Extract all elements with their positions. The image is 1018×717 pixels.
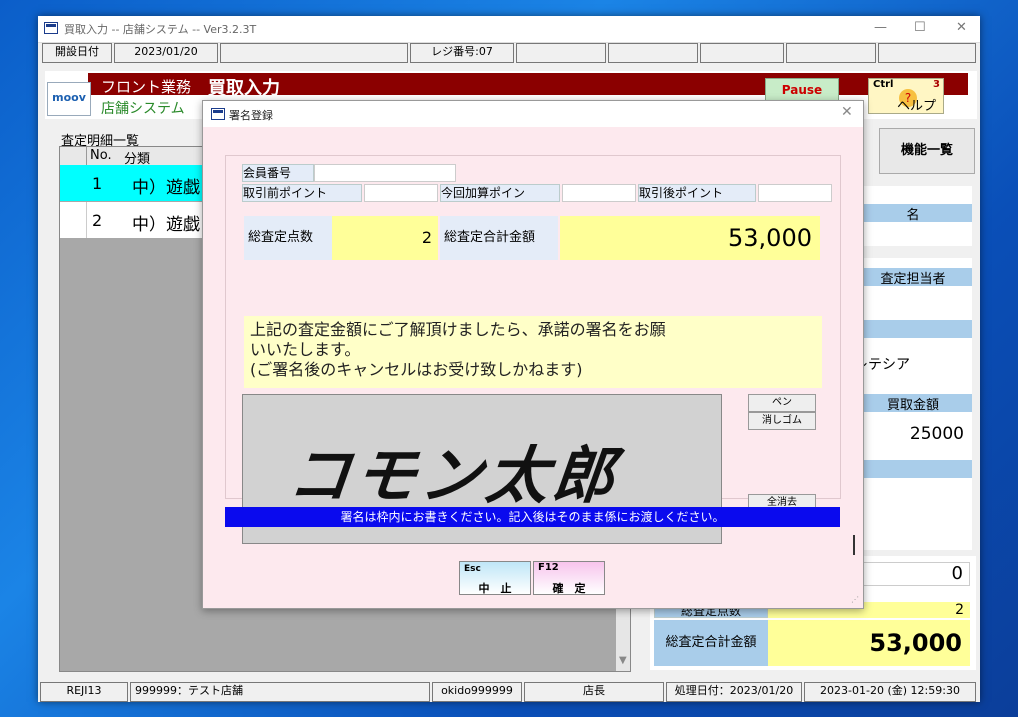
notice-line: 上記の査定金額にご了解頂けましたら、承諾の署名をお願 [250,320,666,339]
section-title: フロント業務 [101,78,192,96]
status-cell [786,43,876,63]
confirm-label: 確 定 [552,582,586,595]
title-bar: 買取入力 -- 店舗システム -- Ver3.2.3T — ☐ ✕ [38,16,980,43]
count-value: 2 [332,216,438,260]
app-icon [44,22,58,34]
help-number: 3 [933,79,940,90]
system-name: 店舗システム [101,101,185,117]
dialog-title-bar: 署名登録 ✕ [203,101,863,127]
signature-drawing: コモン太郎 [284,439,623,512]
total-label: 総査定合計金額 [654,620,768,666]
row-category: 中）遊戯 [132,178,200,198]
resize-grip[interactable]: ⋰ [851,595,859,604]
dialog-panel: 会員番号 取引前ポイント 今回加算ポイン 取引後ポイント 総査定点数 2 総査定… [225,155,841,544]
help-ctrl-key: Ctrl [873,79,894,90]
footer-store: 999999：テスト店舗 [130,682,430,702]
footer-datetime: 2023-01-20 (金) 12:59:30 [804,682,976,702]
open-date-value: 2023/01/20 [114,43,218,63]
instruction-bar: 署名は枠内にお書きください。記入後はそのまま係にお渡しください。 [225,507,840,527]
notice-line: いいたします。 [250,340,361,359]
table-row[interactable]: 2 中）遊戯 [60,202,210,238]
table-row[interactable]: 1 中）遊戯 [60,165,210,201]
dialog-title: 署名登録 [229,109,273,122]
cancel-button[interactable]: Esc 中 止 [459,561,531,595]
cancel-label: 中 止 [478,582,512,595]
dialog-icon [211,108,225,120]
status-cell [516,43,606,63]
register-number: レジ番号:07 [410,43,514,63]
name-label: 名 [854,204,972,223]
help-button[interactable]: Ctrl 3 ? ヘルプ [868,78,944,114]
row-no: 2 [92,211,103,230]
field-label [854,460,972,478]
name-panel: 名 [854,186,972,246]
footer-process-date: 処理日付：2023/01/20 [666,682,802,702]
f12-key: F12 [538,562,559,573]
close-icon[interactable]: ✕ [956,20,967,35]
notice-line: (ご署名後のキャンセルはお受け致しかねます) [250,360,583,379]
total-label: 総査定合計金額 [440,216,558,260]
status-cell [700,43,784,63]
screen-title: 買取入力 [208,78,280,99]
table-header: No. 分類 [60,147,210,167]
purchase-value: 25000 [854,424,964,444]
eraser-button[interactable]: 消しゴム [748,412,816,430]
footer-user: okido999999 [432,682,522,702]
status-cell [608,43,698,63]
member-no-field[interactable] [314,164,456,182]
consent-notice: 上記の査定金額にご了解頂けましたら、承諾の署名をお願 いいたします。 (ご署名後… [244,316,822,388]
count-label: 総査定点数 [244,216,334,260]
pen-button[interactable]: ペン [748,394,816,412]
footer: REJI13 999999：テスト店舗 okido999999 店長 処理日付：… [38,682,980,702]
total-value: 53,000 [768,620,970,666]
status-cell [220,43,408,63]
col-no: No. [90,148,112,163]
points-added-label: 今回加算ポイン [440,184,560,202]
points-added-field[interactable] [562,184,636,202]
minimize-icon[interactable]: — [874,20,887,35]
member-no-label: 会員番号 [242,164,314,182]
points-before-field[interactable] [364,184,438,202]
help-label: ヘルプ [897,99,937,114]
window-title: 買取入力 -- 店舗システム -- Ver3.2.3T [64,23,257,36]
footer-role: 店長 [524,682,664,702]
open-date-label: 開設日付 [42,43,112,63]
scroll-down-icon[interactable]: ▼ [619,655,627,666]
maximize-icon[interactable]: ☐ [914,20,926,35]
footer-reji: REJI13 [40,682,128,702]
esc-key: Esc [464,564,481,574]
text-cursor [853,535,855,555]
function-list-button[interactable]: 機能一覧 [879,128,975,174]
right-panel: 査定担当者 レテシア 買取金額 25000 [854,258,972,550]
dialog-close-icon[interactable]: ✕ [841,104,853,120]
field-label [854,320,972,338]
logo: moov [47,82,91,116]
status-row: 開設日付 2023/01/20 レジ番号:07 [38,43,980,63]
points-after-field[interactable] [758,184,832,202]
points-after-label: 取引後ポイント [638,184,756,202]
total-value: 53,000 [560,216,820,260]
points-before-label: 取引前ポイント [242,184,362,202]
assessor-label: 査定担当者 [854,268,972,287]
signature-dialog: 署名登録 ✕ 会員番号 取引前ポイント 今回加算ポイン 取引後ポイント 総査定点… [202,100,864,609]
row-no: 1 [92,174,103,193]
confirm-button[interactable]: F12 確 定 [533,561,605,595]
purchase-label: 買取金額 [854,394,972,413]
row-category: 中）遊戯 [132,215,200,235]
status-cell [878,43,976,63]
